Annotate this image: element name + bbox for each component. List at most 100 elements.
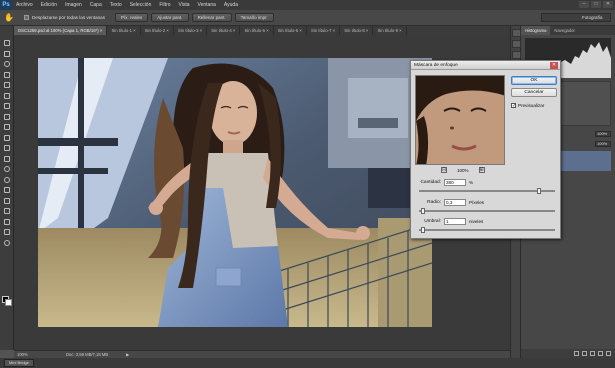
color-swatches[interactable] [2, 296, 12, 306]
character-panel-icon[interactable] [512, 51, 521, 59]
zoom-in-icon[interactable]: ⊞ [478, 167, 485, 173]
quick-select-tool-icon[interactable] [0, 70, 14, 81]
document-photo[interactable] [38, 58, 432, 327]
amount-row: Cantidad: 380 % [417, 179, 473, 186]
fill-field[interactable]: 100% [595, 141, 611, 147]
hand-tool-icon[interactable] [0, 227, 14, 238]
radius-unit: Píxeles [469, 200, 485, 205]
new-layer-icon[interactable] [598, 351, 603, 356]
path-select-tool-icon[interactable] [0, 206, 14, 217]
amount-input[interactable]: 380 [444, 179, 466, 186]
layers-panel-footer [521, 349, 615, 358]
menu-filtro[interactable]: Filtro [155, 0, 174, 10]
history-panel-icon[interactable] [512, 29, 521, 37]
close-window-button[interactable]: ✕ [603, 1, 613, 8]
layer-style-icon[interactable] [582, 351, 587, 356]
status-menu-arrow[interactable]: ▶ [126, 352, 129, 357]
menu-texto[interactable]: Texto [106, 0, 126, 10]
pen-tool-icon[interactable] [0, 185, 14, 196]
menu-imagen[interactable]: Imagen [61, 0, 86, 10]
hand-tool-icon[interactable]: ✋ [4, 13, 14, 23]
crop-tool-icon[interactable] [0, 80, 14, 91]
fit-screen-button[interactable]: Ajustar pant. [151, 13, 189, 22]
menu-archivo[interactable]: Archivo [12, 0, 37, 10]
type-tool-icon[interactable] [0, 196, 14, 207]
document-tab-bar: DSC1259.psd al 100% (Capa 1, RGB/16*) × … [14, 26, 510, 35]
zoom-out-icon[interactable]: ⊟ [441, 167, 447, 173]
menu-capa[interactable]: Capa [86, 0, 106, 10]
blur-tool-icon[interactable] [0, 164, 14, 175]
menu-ayuda[interactable]: Ayuda [220, 0, 242, 10]
marquee-tool-icon[interactable] [0, 49, 14, 60]
shape-tool-icon[interactable] [0, 217, 14, 228]
gradient-tool-icon[interactable] [0, 154, 14, 165]
status-bar: 100% Doc: 3,59 MB/7,18 MB ▶ [14, 350, 510, 358]
tab-untitled-1[interactable]: Sin título-1 × [107, 26, 141, 35]
layer-mask-icon[interactable] [590, 351, 595, 356]
brush-tool-icon[interactable] [0, 112, 14, 123]
properties-panel-icon[interactable] [512, 40, 521, 48]
unsharp-mask-dialog: Máscara de enfoque ✕ OK Cancelar ✓ Previ… [410, 60, 561, 239]
preview-illustration [416, 76, 504, 164]
preview-checkbox-row[interactable]: ✓ Previsualizar [511, 103, 544, 109]
filter-preview[interactable] [415, 75, 505, 165]
radius-slider-thumb[interactable] [421, 208, 426, 214]
mini-bridge-tab[interactable]: Mini Bridge [4, 359, 35, 367]
tab-untitled-6[interactable]: Sin título-6 × [274, 26, 307, 35]
tab-untitled-5[interactable]: Sin título-5 × [240, 26, 274, 35]
tab-untitled-8[interactable]: Sin título-8 × [340, 26, 374, 35]
preview-checkbox[interactable]: ✓ [511, 103, 516, 109]
amount-label: Cantidad: [420, 180, 441, 185]
radius-input[interactable]: 0,3 [444, 199, 466, 206]
tab-untitled-3[interactable]: Sin título-3 × [174, 26, 208, 35]
trash-icon[interactable] [606, 351, 611, 356]
amount-slider-thumb[interactable] [537, 188, 541, 194]
cancel-button[interactable]: Cancelar [511, 88, 557, 97]
threshold-slider-thumb[interactable] [421, 227, 426, 233]
actual-pixels-button[interactable]: Píx. reales [115, 13, 149, 22]
zoom-level-field[interactable]: 100% [14, 352, 36, 357]
radius-row: Radio: 0,3 Píxeles [417, 199, 484, 206]
tab-histogram[interactable]: Histograma [521, 26, 551, 35]
print-size-button[interactable]: Tamaño impr. [234, 13, 274, 22]
menu-seleccion[interactable]: Selección [126, 0, 156, 10]
healing-brush-tool-icon[interactable] [0, 101, 14, 112]
menu-edicion[interactable]: Edición [37, 0, 61, 10]
fill-screen-button[interactable]: Rellenar pant. [191, 13, 232, 22]
tab-untitled-9[interactable]: Sin título-9 × [373, 26, 407, 35]
link-layers-icon[interactable] [574, 351, 579, 356]
eraser-tool-icon[interactable] [0, 143, 14, 154]
workspace-switcher[interactable]: Fotografía [541, 13, 611, 22]
lasso-tool-icon[interactable] [0, 59, 14, 70]
background-color-swatch[interactable] [5, 299, 12, 306]
tab-document-main[interactable]: DSC1259.psd al 100% (Capa 1, RGB/16*) × [14, 26, 108, 35]
close-icon[interactable]: ✕ [550, 62, 558, 69]
tab-untitled-2[interactable]: Sin título-2 × [141, 26, 174, 35]
tab-navigator[interactable]: Navegador [550, 26, 579, 35]
move-tool-icon[interactable] [0, 38, 14, 49]
opacity-field[interactable]: 100% [595, 131, 611, 137]
threshold-slider[interactable] [419, 227, 555, 233]
threshold-unit: niveles [469, 219, 484, 224]
amount-slider[interactable] [419, 188, 555, 194]
clone-stamp-tool-icon[interactable] [0, 122, 14, 133]
tab-untitled-4[interactable]: Sin título-4 × [207, 26, 241, 35]
ok-button[interactable]: OK [511, 76, 557, 85]
maximize-button[interactable]: □ [591, 1, 601, 8]
dodge-tool-icon[interactable] [0, 175, 14, 186]
minimize-button[interactable]: – [579, 1, 589, 8]
eyedropper-tool-icon[interactable] [0, 91, 14, 102]
history-brush-tool-icon[interactable] [0, 133, 14, 144]
menu-vista[interactable]: Vista [175, 0, 194, 10]
scroll-all-checkbox[interactable] [24, 15, 29, 20]
zoom-tool-icon[interactable] [0, 238, 14, 249]
threshold-row: Umbral: 1 niveles [417, 218, 483, 225]
threshold-input[interactable]: 1 [444, 218, 466, 225]
radius-slider[interactable] [419, 208, 555, 214]
scroll-all-label: Desplazarse por todas las ventanas [32, 15, 106, 20]
menu-ventana[interactable]: Ventana [194, 0, 220, 10]
document-info: Doc: 3,59 MB/7,18 MB [66, 352, 109, 357]
toolbox [0, 26, 14, 350]
tab-untitled-7[interactable]: Sin título-7 × [307, 26, 341, 35]
threshold-label: Umbral: [424, 219, 441, 224]
